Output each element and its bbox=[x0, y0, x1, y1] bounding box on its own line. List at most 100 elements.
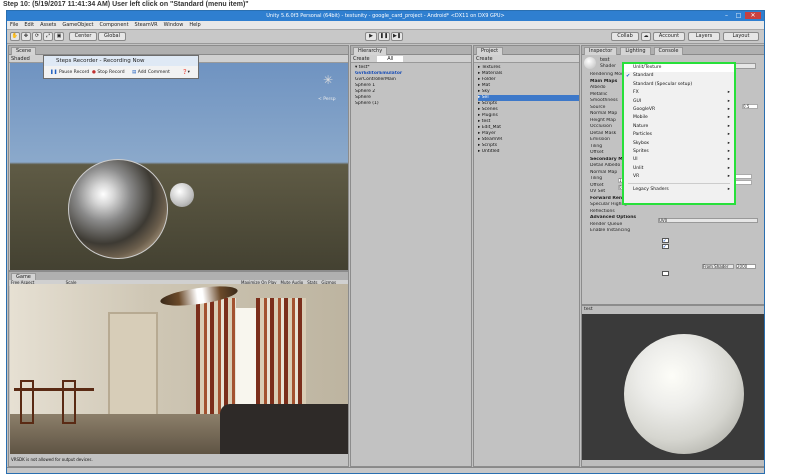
scene-tabbar: Scene bbox=[9, 46, 348, 55]
rotate-tool-icon[interactable]: ⟳ bbox=[32, 32, 42, 41]
shaded-dropdown[interactable]: Shaded bbox=[11, 56, 30, 62]
shader-menu-item[interactable]: GUI ▸ bbox=[624, 98, 734, 106]
shader-menu-item-label: Sprites bbox=[633, 148, 649, 154]
tab-console[interactable]: Console bbox=[653, 47, 684, 55]
menu-item-steamvr[interactable]: SteamVR bbox=[135, 21, 158, 29]
instancing-checkbox[interactable] bbox=[662, 271, 669, 276]
shader-menu-item[interactable]: UI ▸ bbox=[624, 156, 734, 164]
menu-item-component[interactable]: Component bbox=[100, 21, 129, 29]
shader-menu-item[interactable]: Sprites ▸ bbox=[624, 148, 734, 156]
global-button[interactable]: Global bbox=[98, 32, 126, 41]
shader-menu-item[interactable]: FX ▸ bbox=[624, 89, 734, 97]
shader-menu-item[interactable]: Skybox ▸ bbox=[624, 140, 734, 148]
hierarchy-subbar: Create All bbox=[351, 55, 471, 63]
shader-label: Shader bbox=[600, 64, 616, 69]
shader-menu-item[interactable]: GoogleVR ▸ bbox=[624, 106, 734, 114]
submenu-arrow-icon: ▸ bbox=[727, 187, 730, 193]
hierarchy-search-input[interactable]: All bbox=[377, 56, 404, 62]
shader-menu-item[interactable]: Particles ▸ bbox=[624, 131, 734, 139]
stop-icon: ● bbox=[92, 70, 96, 75]
render-queue-dropdown[interactable]: From Shader bbox=[702, 264, 734, 269]
inspector-row: Enable Instancing bbox=[590, 228, 631, 233]
shader-menu-item-label: FX bbox=[633, 90, 639, 96]
material-preview-sphere[interactable] bbox=[624, 334, 744, 454]
tab-lighting[interactable]: Lighting bbox=[620, 47, 651, 55]
reflective-sphere[interactable] bbox=[68, 159, 168, 259]
layout-button[interactable]: Layout bbox=[723, 32, 759, 41]
menu-item-assets[interactable]: Assets bbox=[40, 21, 56, 29]
shader-menu-item-label: Particles bbox=[633, 132, 652, 138]
uv-set-dropdown[interactable]: UV0 bbox=[658, 218, 758, 223]
menu-item-file[interactable]: File bbox=[10, 21, 18, 29]
shader-menu-item[interactable]: Mobile ▸ bbox=[624, 114, 734, 122]
shader-menu-item-label: Unlit bbox=[633, 165, 644, 171]
specular-checkbox[interactable]: ✔ bbox=[662, 238, 669, 243]
tab-scene[interactable]: Scene bbox=[11, 47, 37, 55]
shader-menu-item[interactable]: VR ▸ bbox=[624, 173, 734, 181]
maximize-icon[interactable]: □ bbox=[733, 12, 744, 19]
scale-tool-icon[interactable]: ⤢ bbox=[43, 32, 53, 41]
hierarchy-create-button[interactable]: Create bbox=[353, 56, 370, 62]
smoothness-field[interactable]: 0.5 bbox=[742, 104, 758, 109]
minimize-icon[interactable]: – bbox=[721, 12, 732, 19]
material-name: test bbox=[600, 57, 610, 63]
persp-label[interactable]: < Persp bbox=[318, 97, 336, 102]
shader-menu-item[interactable]: Standard bbox=[624, 72, 734, 81]
account-button[interactable]: Account bbox=[653, 32, 685, 41]
scene-gizmo-icon[interactable]: ✳ bbox=[318, 73, 338, 93]
collab-button[interactable]: Collab bbox=[611, 32, 639, 41]
shader-menu-item[interactable]: Legacy Shaders ▸ bbox=[624, 186, 734, 194]
taskbar bbox=[7, 467, 764, 473]
reflections-checkbox[interactable]: ✔ bbox=[662, 244, 669, 249]
step-icon[interactable]: ▶❚ bbox=[391, 32, 403, 41]
pause-icon: ❚❚ bbox=[50, 70, 58, 75]
hierarchy-item[interactable]: Sphere (1) bbox=[355, 101, 471, 107]
shader-menu-item[interactable]: Unlit/Texture bbox=[624, 64, 734, 73]
stop-record-button[interactable]: ● Stop Record bbox=[92, 69, 125, 77]
hand-tool-icon[interactable]: ✋ bbox=[10, 32, 20, 41]
chair bbox=[20, 380, 34, 424]
shader-menu-item[interactable]: Standard (Specular setup) bbox=[624, 81, 734, 89]
menu-item-edit[interactable]: Edit bbox=[24, 21, 34, 29]
steps-recorder-window: Steps Recorder - Recording Now ❚❚ Pause … bbox=[43, 55, 199, 79]
pause-icon[interactable]: ❚❚ bbox=[378, 32, 390, 41]
render-queue-field[interactable]: 2000 bbox=[736, 264, 756, 269]
menu-item-help[interactable]: Help bbox=[189, 21, 200, 29]
play-icon[interactable]: ▶ bbox=[365, 32, 377, 41]
add-comment-button[interactable]: ▤ Add Comment bbox=[132, 69, 170, 77]
close-icon[interactable]: ✕ bbox=[745, 12, 761, 19]
project-item[interactable]: ▸ Untitled bbox=[478, 149, 579, 155]
menu-bar: File Edit Assets GameObject Component SteamVR… bbox=[7, 21, 764, 30]
hierarchy-panel: Hierarchy Create All ▾ test* GvrEditorEm… bbox=[350, 45, 472, 467]
submenu-arrow-icon: ▸ bbox=[727, 115, 730, 121]
shader-menu-item[interactable]: Unlit ▸ bbox=[624, 165, 734, 173]
scene-viewport[interactable]: ✳ < Persp bbox=[10, 63, 348, 270]
pause-record-button[interactable]: ❚❚ Pause Record bbox=[50, 69, 89, 77]
project-tabbar: Project bbox=[474, 46, 579, 55]
material-icon bbox=[584, 57, 596, 69]
add-comment-label: Add Comment bbox=[137, 70, 170, 75]
menu-item-gameobject[interactable]: GameObject bbox=[62, 21, 93, 29]
shader-menu-item-label: VR bbox=[633, 174, 640, 180]
menu-item-window[interactable]: Window bbox=[164, 21, 184, 29]
small-sphere[interactable] bbox=[170, 183, 194, 207]
hierarchy-tabbar: Hierarchy bbox=[351, 46, 471, 55]
preview-footer bbox=[582, 460, 764, 466]
help-icon[interactable]: ❓▾ bbox=[182, 69, 190, 77]
rect-tool-icon[interactable]: ▣ bbox=[54, 32, 64, 41]
cloud-icon[interactable]: ☁ bbox=[641, 32, 651, 41]
submenu-arrow-icon: ▸ bbox=[727, 106, 730, 112]
project-tree: ▸ Textures ▸ Materials ▸ Folder ▸ Mat ▸ Sky ▸… bbox=[478, 65, 579, 155]
preview-label: test bbox=[582, 306, 764, 314]
tab-hierarchy[interactable]: Hierarchy bbox=[353, 47, 388, 55]
window-title: Unity 5.6.0f3 Personal (64bit) - testuni… bbox=[7, 11, 764, 21]
game-view[interactable] bbox=[10, 284, 348, 454]
project-create-button[interactable]: Create bbox=[476, 56, 493, 62]
center-button[interactable]: Center bbox=[69, 32, 97, 41]
move-tool-icon[interactable]: ✥ bbox=[21, 32, 31, 41]
tab-inspector[interactable]: Inspector bbox=[584, 47, 618, 55]
inspector-tabbar: Inspector Lighting Console bbox=[582, 46, 764, 55]
tab-project[interactable]: Project bbox=[476, 47, 504, 55]
shader-menu-item[interactable]: Nature ▸ bbox=[624, 123, 734, 131]
layers-button[interactable]: Layers bbox=[688, 32, 720, 41]
